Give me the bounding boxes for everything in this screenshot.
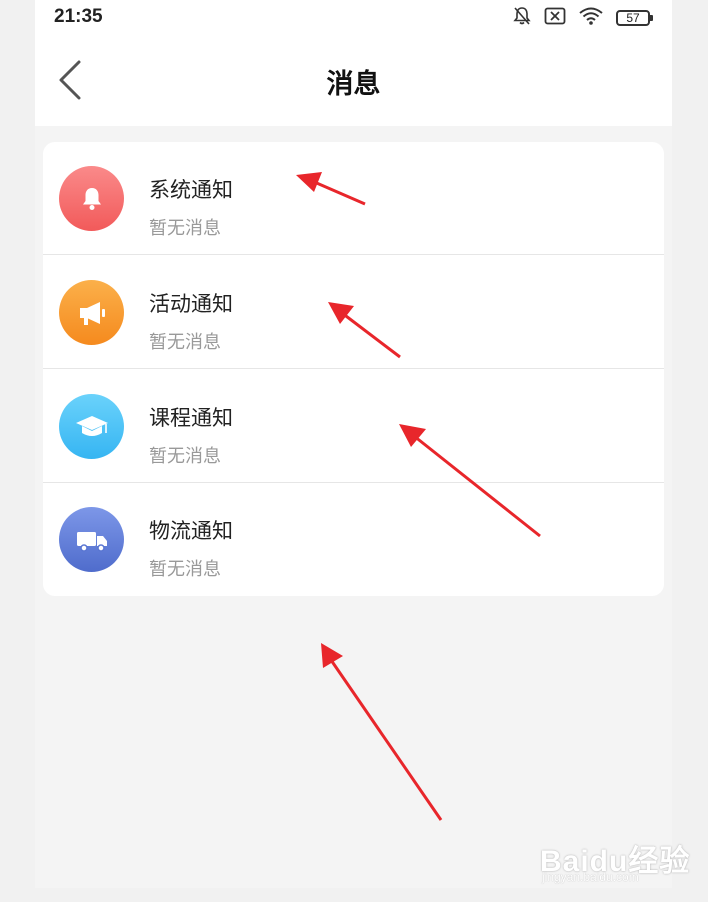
watermark-url: jingyan.baidu.com xyxy=(542,870,639,884)
divider xyxy=(43,368,664,369)
notification-title: 物流通知 xyxy=(149,519,233,543)
nav-bar: 消息 xyxy=(35,40,672,120)
status-time: 21:35 xyxy=(54,6,103,27)
notification-title: 活动通知 xyxy=(149,292,233,316)
notification-list: 系统通知 暂无消息 活动通知 暂无消息 课程通知 暂无消息 物流通知 暂无消息 xyxy=(43,142,664,596)
notification-subtitle: 暂无消息 xyxy=(149,332,221,353)
divider xyxy=(43,254,664,255)
top-bar: 21:35 57 消息 xyxy=(35,0,672,126)
battery-icon: 57 xyxy=(616,10,653,26)
phone-screen: 21:35 57 消息 系统通知 暂无消息 活动通知 暂无消息 课程通知 暂无消… xyxy=(35,0,672,888)
truck-icon xyxy=(59,507,124,572)
wifi-icon xyxy=(578,6,604,30)
notification-course[interactable]: 课程通知 暂无消息 xyxy=(43,370,664,483)
status-bar: 21:35 57 xyxy=(35,0,672,36)
notification-title: 系统通知 xyxy=(149,178,233,202)
sim-off-icon xyxy=(544,6,566,30)
page-title: 消息 xyxy=(326,69,381,100)
notification-subtitle: 暂无消息 xyxy=(149,446,221,467)
notification-system[interactable]: 系统通知 暂无消息 xyxy=(43,142,664,255)
notification-activity[interactable]: 活动通知 暂无消息 xyxy=(43,256,664,369)
notification-logistics[interactable]: 物流通知 暂无消息 xyxy=(43,483,664,596)
graduation-cap-icon xyxy=(59,394,124,459)
status-icons: 57 xyxy=(500,6,653,30)
notification-subtitle: 暂无消息 xyxy=(149,218,221,239)
notification-title: 课程通知 xyxy=(149,406,233,430)
megaphone-icon xyxy=(59,280,124,345)
watermark: Baidu经验 jingyan.baidu.com xyxy=(540,826,700,888)
notification-subtitle: 暂无消息 xyxy=(149,559,221,580)
bell-off-icon xyxy=(512,6,532,30)
bell-icon xyxy=(59,166,124,231)
